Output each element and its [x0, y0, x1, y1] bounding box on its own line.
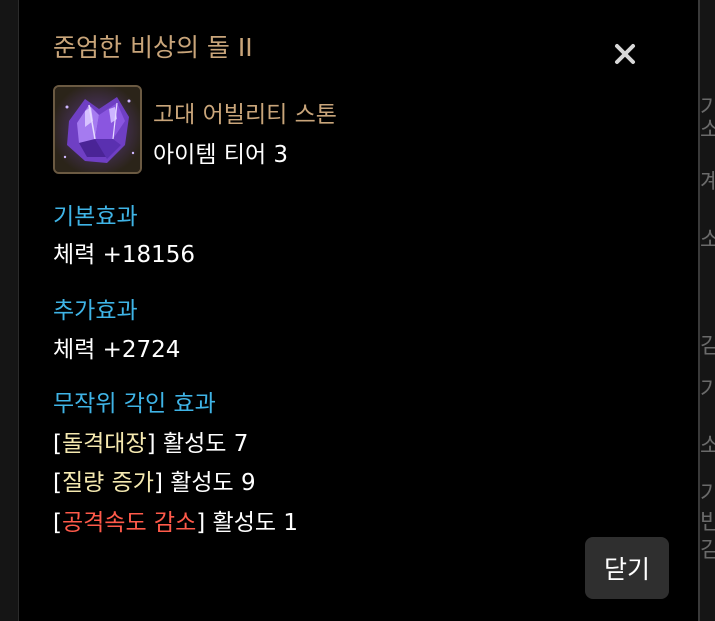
random-engraving-title: 무작위 각인 효과: [53, 391, 216, 417]
background-page: 기 소 계 소 김 기 소 기 빈 김: [700, 0, 715, 621]
background-text: 김: [700, 538, 715, 563]
background-overlay-left: [0, 0, 18, 621]
extra-effect-value: 체력 +2724: [53, 337, 181, 363]
engraving-name: 돌격대장: [61, 431, 147, 457]
background-text: 기: [700, 96, 715, 121]
engraving-line: [공격속도 감소] 활성도 1: [53, 503, 298, 537]
background-text: 소: [700, 434, 715, 459]
base-effect-value: 체력 +18156: [53, 242, 196, 268]
engraving-line: [질량 증가] 활성도 9: [53, 463, 256, 497]
item-icon-frame: [53, 85, 142, 174]
item-tooltip-dialog: 준엄한 비상의 돌 II 고대 어빌리티 스톤 아이템 티어 3 기본효과 체력…: [18, 0, 700, 621]
background-text: 소: [700, 118, 715, 143]
background-text: 기: [700, 482, 715, 507]
close-icon: [615, 44, 635, 64]
crystal-stone-icon: [55, 87, 140, 172]
bracket-close: ]: [146, 431, 156, 457]
engraving-name: 질량 증가: [61, 470, 154, 496]
engraving-level: 활성도 7: [155, 431, 249, 457]
background-text: 빈: [700, 510, 715, 535]
engraving-line: [돌격대장] 활성도 7: [53, 424, 248, 458]
engraving-level: 활성도 1: [205, 510, 298, 536]
bracket-open: [: [53, 470, 62, 496]
bracket-open: [: [53, 431, 62, 457]
bracket-open: [: [53, 510, 62, 536]
background-text: 계: [700, 170, 715, 195]
extra-effect-title: 추가효과: [53, 298, 138, 324]
background-text: 기: [700, 378, 715, 403]
bracket-close: ]: [153, 470, 163, 496]
close-button[interactable]: [609, 38, 641, 70]
item-tier: 아이템 티어 3: [153, 142, 289, 168]
background-text: 소: [700, 228, 715, 253]
engraving-name-negative: 공격속도 감소: [61, 510, 197, 536]
base-effect-title: 기본효과: [53, 204, 138, 230]
item-type: 고대 어빌리티 스톤: [153, 102, 337, 128]
close-dialog-button[interactable]: 닫기: [585, 537, 669, 599]
bracket-close: ]: [196, 510, 206, 536]
engraving-level: 활성도 9: [162, 470, 256, 496]
dialog-title: 준엄한 비상의 돌 II: [53, 33, 253, 62]
background-text: 김: [700, 334, 715, 359]
